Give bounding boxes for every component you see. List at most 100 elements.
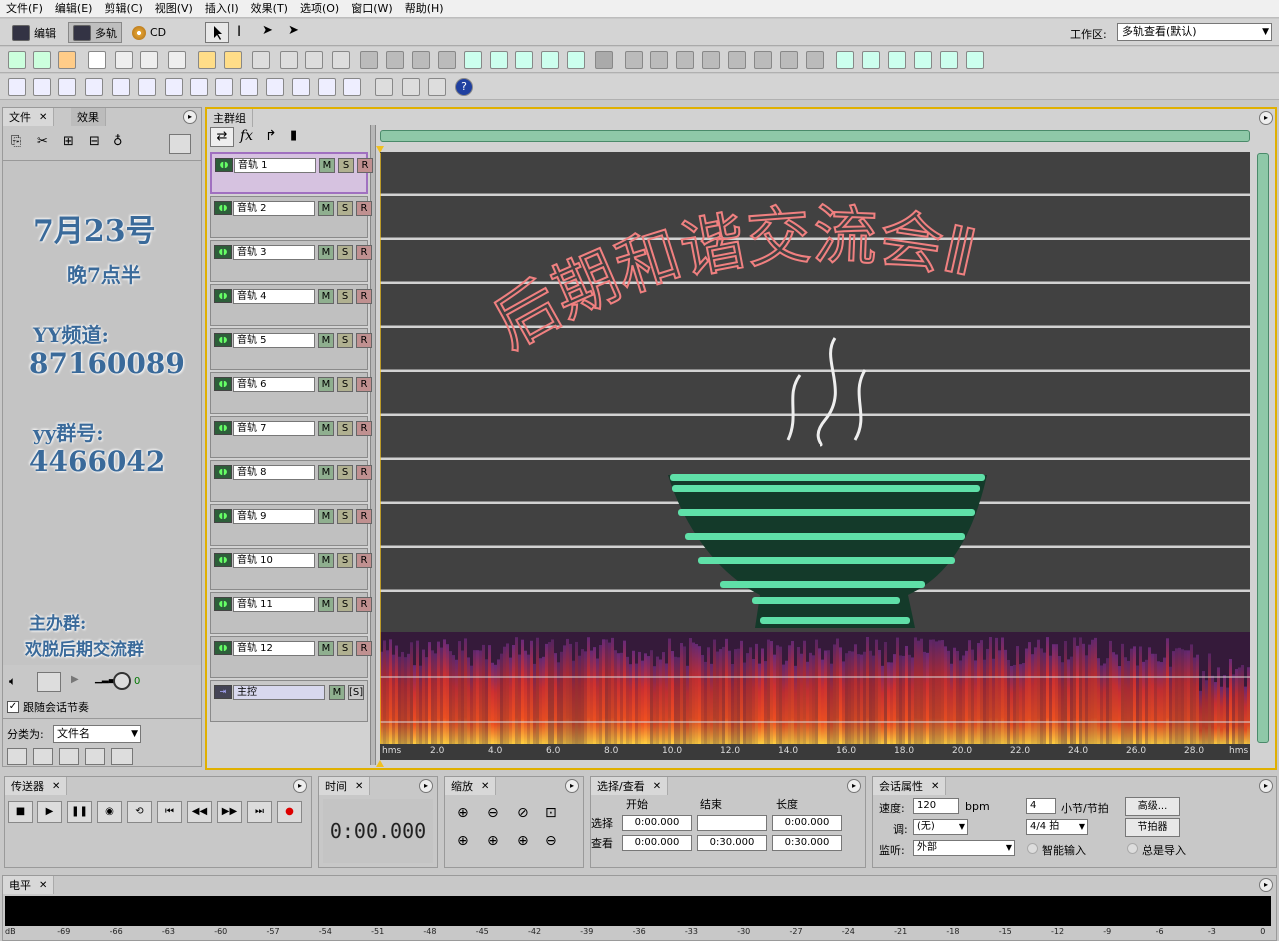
zoom-right-edge-icon[interactable]: ⊕ [487, 833, 499, 849]
track-header[interactable]: ◖◗ 音轨 7 M S R [210, 416, 372, 458]
solo-button[interactable]: S [337, 509, 353, 524]
solo-button[interactable]: S [337, 597, 353, 612]
track-header[interactable]: ◖◗ 音轨 9 M S R [210, 504, 372, 546]
insert-multitrack-icon[interactable]: ⊞ [63, 134, 74, 149]
mute-button[interactable]: M [318, 201, 334, 216]
import-icon[interactable] [280, 51, 298, 69]
level-icon[interactable] [292, 78, 310, 96]
panel-menu-icon[interactable]: ▸ [565, 779, 579, 793]
copy-icon[interactable] [386, 51, 404, 69]
record-arm-button[interactable]: R [356, 245, 372, 260]
track-input-icon[interactable]: ◖◗ [214, 245, 232, 259]
mute-button[interactable]: M [318, 597, 334, 612]
loop-button[interactable] [37, 672, 61, 692]
smart-input-radio[interactable] [1027, 843, 1038, 854]
crop-icon[interactable] [676, 51, 694, 69]
zoom-icon[interactable] [215, 78, 233, 96]
close-file-icon[interactable]: ✂ [37, 134, 48, 149]
menu-clip[interactable]: 剪辑(C) [98, 1, 148, 17]
select-cursor-icon[interactable] [88, 51, 106, 69]
beats-per-bar-field[interactable]: 4 [1026, 798, 1056, 814]
panel-menu-icon[interactable]: ▸ [293, 779, 307, 793]
filter-loop-button[interactable] [33, 748, 53, 765]
tab-selection-view[interactable]: 选择/查看 ✕ [591, 777, 669, 795]
track-name-field[interactable]: 音轨 2 [233, 201, 315, 216]
mute-button[interactable]: M [318, 553, 334, 568]
trim-icon[interactable] [650, 51, 668, 69]
solo-button[interactable]: S [337, 553, 353, 568]
new-session-icon[interactable] [198, 51, 216, 69]
stop-button[interactable]: ■ [8, 801, 33, 823]
fx-icon[interactable]: fx [240, 128, 253, 144]
bar-icon[interactable] [343, 78, 361, 96]
loop-mode-icon[interactable] [33, 78, 51, 96]
selection-end-field[interactable] [697, 815, 767, 831]
track-header[interactable]: ◖◗ 音轨 4 M S R [210, 284, 372, 326]
panel-menu-icon[interactable]: ▸ [1259, 878, 1273, 892]
record-arm-button[interactable]: R [356, 421, 372, 436]
panel-menu-icon[interactable]: ▸ [419, 779, 433, 793]
filter-options-button[interactable] [111, 748, 133, 765]
always-input-radio[interactable] [1127, 843, 1138, 854]
hybrid-icon[interactable] [168, 51, 186, 69]
filter-midi-button[interactable] [85, 748, 105, 765]
track-lane[interactable] [380, 152, 1250, 194]
zoom-in-vertical-icon[interactable]: ⊕ [517, 833, 529, 849]
track-header[interactable]: ◖◗ 音轨 10 M S R [210, 548, 372, 590]
track-input-icon[interactable]: ◖◗ [214, 201, 232, 215]
tab-session-properties[interactable]: 会话属性 ✕ [873, 777, 947, 795]
tab-files[interactable]: 文件 ✕ [3, 108, 55, 126]
vertical-scrollbar[interactable] [1257, 153, 1269, 743]
loop-play-button[interactable]: ⟲ [127, 801, 152, 823]
lock-icon[interactable] [754, 51, 772, 69]
filter-audio-button[interactable] [7, 748, 27, 765]
master-track-name[interactable]: 主控 [233, 685, 325, 700]
track-header[interactable]: ◖◗ 音轨 1 M S R [210, 152, 373, 194]
envelope-icon[interactable] [836, 51, 854, 69]
move-copy-icon[interactable] [140, 51, 158, 69]
close-icon[interactable]: ✕ [481, 781, 489, 792]
timeline-ruler[interactable] [380, 744, 1250, 760]
solo-button[interactable]: S [337, 465, 353, 480]
spectral-display[interactable] [380, 632, 1250, 744]
bridge-icon[interactable] [595, 51, 613, 69]
insert-effect-icon[interactable] [567, 51, 585, 69]
track-input-icon[interactable]: ◖◗ [214, 641, 232, 655]
workspace-dropdown[interactable]: 多轨查看(默认) ▼ [1117, 23, 1272, 41]
zoom-in-horizontal-icon[interactable]: ⊕ [457, 805, 469, 821]
monitor-dropdown[interactable]: 外部 ▼ [913, 840, 1015, 856]
tab-effects[interactable]: 效果 [71, 108, 106, 126]
fx-rack-icon[interactable] [138, 78, 156, 96]
track-input-icon[interactable]: ◖◗ [214, 597, 232, 611]
insert-video-icon[interactable] [515, 51, 533, 69]
meter-icon[interactable] [940, 51, 958, 69]
undo-icon[interactable] [360, 51, 378, 69]
insert-bus-icon[interactable] [490, 51, 508, 69]
text-cursor-icon[interactable]: I [237, 24, 241, 40]
panel-menu-icon[interactable]: ▸ [1259, 111, 1273, 125]
track-input-icon[interactable]: ◖◗ [214, 465, 232, 479]
mute-button[interactable]: M [318, 421, 334, 436]
insert-cd-icon[interactable]: ⊟ [89, 134, 100, 149]
save-all-icon[interactable] [332, 51, 350, 69]
menu-insert[interactable]: 插入(I) [199, 1, 245, 17]
record-arm-button[interactable]: R [356, 289, 372, 304]
track-input-icon[interactable]: ◖◗ [214, 333, 232, 347]
record-arm-button[interactable]: R [356, 465, 372, 480]
solo-button[interactable]: S [337, 377, 353, 392]
zoom-out-full-icon[interactable]: ⊘ [517, 805, 529, 821]
import-file-icon[interactable]: ⎘ [11, 134, 21, 149]
track-header[interactable]: ◖◗ 音轨 6 M S R [210, 372, 372, 414]
solo-button[interactable]: S [337, 333, 353, 348]
time-display-icon[interactable] [240, 78, 258, 96]
close-icon[interactable]: ✕ [39, 112, 47, 123]
track-header[interactable]: ◖◗ 音轨 5 M S R [210, 328, 372, 370]
cd-filter-icon[interactable] [139, 748, 157, 765]
save-icon[interactable] [305, 51, 323, 69]
solo-button[interactable]: S [338, 158, 354, 173]
mute-button[interactable]: M [318, 289, 334, 304]
mute-button[interactable]: M [318, 377, 334, 392]
panel-menu-icon[interactable]: ▸ [183, 110, 197, 124]
view-length-field[interactable]: 0:30.000 [772, 835, 842, 851]
sends-icon[interactable]: ↱ [265, 128, 277, 144]
